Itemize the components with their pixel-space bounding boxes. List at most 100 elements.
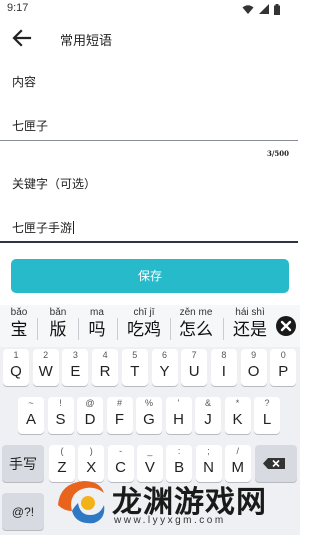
status-time: 9:17 xyxy=(7,2,29,14)
key-d[interactable]: @ D xyxy=(77,397,103,434)
key-letter: S xyxy=(55,411,66,428)
key-a[interactable]: ~ A xyxy=(18,397,44,434)
key-letter: R xyxy=(99,363,111,380)
keyword-label: 关键字（可选） xyxy=(12,177,97,191)
key-i[interactable]: 8I xyxy=(210,349,237,386)
key-letter: Q xyxy=(10,363,22,380)
keyword-value: 七匣子手游 xyxy=(12,221,73,235)
battery-icon xyxy=(274,3,280,15)
key-secondary-char: ; xyxy=(207,446,210,456)
app-bar: 常用短语 xyxy=(0,18,300,58)
keyword-field[interactable]: 七匣子手游 xyxy=(0,206,298,242)
candidate-hanzi: 宝 xyxy=(10,320,28,340)
candidate-pinyin: bǎn xyxy=(49,307,67,318)
candidate-item[interactable]: chī jī 吃鸡 xyxy=(122,307,166,341)
symbols-key[interactable]: @?! xyxy=(2,493,44,530)
key-t[interactable]: 5T xyxy=(121,349,148,386)
key-o[interactable]: 9O xyxy=(240,349,267,386)
page-title: 常用短语 xyxy=(60,34,113,49)
candidate-item[interactable]: hái shì 还是 xyxy=(228,307,272,341)
arrow-left-icon xyxy=(12,29,32,47)
key-secondary-char: : xyxy=(177,446,181,456)
key-secondary-char: * xyxy=(235,398,240,408)
key-secondary-char: 9 xyxy=(251,350,257,360)
key-j[interactable]: & J xyxy=(195,397,221,434)
keyword-underline xyxy=(0,241,298,243)
handwriting-key[interactable]: 手写 xyxy=(2,445,44,482)
keyword-value-wrap: 七匣子手游 xyxy=(12,219,75,236)
symbols-key-label: @?! xyxy=(11,504,35,519)
key-letter: E xyxy=(70,363,81,380)
key-secondary-char: % xyxy=(144,398,153,408)
candidate-hanzi: 版 xyxy=(49,320,67,340)
candidate-pinyin: bǎo xyxy=(10,307,28,318)
candidate-hanzi: 吃鸡 xyxy=(127,320,161,340)
key-letter: K xyxy=(232,411,243,428)
key-secondary-char: 1 xyxy=(13,350,19,360)
key-secondary-char: 7 xyxy=(191,350,197,360)
content-underline xyxy=(0,140,298,141)
content-field[interactable]: 七匣子 xyxy=(0,105,298,141)
key-f[interactable]: # F xyxy=(106,397,133,434)
watermark-url: www.lyyxgm.com xyxy=(114,515,226,526)
character-counter: 3/500 xyxy=(266,149,289,158)
candidate-divider xyxy=(117,318,118,340)
candidate-item[interactable]: ma 吗 xyxy=(83,307,111,341)
key-secondary-char: - xyxy=(119,446,123,456)
content-label: 内容 xyxy=(12,75,37,89)
candidate-divider xyxy=(78,318,79,340)
key-w[interactable]: 2W xyxy=(32,349,59,386)
key-secondary-char: ! xyxy=(59,398,62,408)
key-letter: Y xyxy=(159,363,170,380)
save-button[interactable]: 保存 xyxy=(11,259,289,293)
text-caret xyxy=(73,221,75,234)
candidate-pinyin: chī jī xyxy=(133,307,155,318)
key-secondary-char: # xyxy=(116,398,122,408)
key-h[interactable]: ' H xyxy=(165,397,192,434)
key-secondary-char: ' xyxy=(177,398,180,408)
candidate-item[interactable]: bǎo 宝 xyxy=(4,307,34,341)
candidate-item[interactable]: bǎn 版 xyxy=(43,307,73,341)
key-secondary-char: 5 xyxy=(132,350,138,360)
key-secondary-char: 3 xyxy=(72,350,78,360)
key-k[interactable]: * K xyxy=(224,397,251,434)
candidate-divider xyxy=(223,318,224,340)
signal-icon xyxy=(259,4,269,14)
key-letter: U xyxy=(188,363,200,380)
key-g[interactable]: % G xyxy=(136,397,162,434)
key-y[interactable]: 6Y xyxy=(151,349,178,386)
watermark: 龙渊游戏网 www.lyyxgm.com xyxy=(48,473,298,533)
close-candidates-button[interactable] xyxy=(276,316,296,336)
candidate-hanzi: 吗 xyxy=(88,320,106,340)
key-secondary-char: @ xyxy=(85,398,95,408)
key-secondary-char: 4 xyxy=(102,350,108,360)
candidate-divider xyxy=(37,318,38,340)
key-secondary-char: & xyxy=(204,398,211,408)
candidate-bar: bǎo 宝 bǎn 版 ma 吗 chī jī 吃鸡 zěn me 怎么 hái… xyxy=(0,305,300,347)
key-q[interactable]: 1Q xyxy=(3,349,29,386)
key-secondary-char: / xyxy=(236,446,240,456)
key-letter: A xyxy=(25,411,36,428)
key-letter: I xyxy=(221,363,226,380)
key-letter: J xyxy=(204,411,212,428)
handwriting-key-label: 手写 xyxy=(9,456,37,473)
key-r[interactable]: 4R xyxy=(92,349,119,386)
key-letter: O xyxy=(247,363,260,380)
back-button[interactable] xyxy=(10,26,34,50)
key-letter: H xyxy=(173,411,184,428)
key-p[interactable]: 0P xyxy=(270,349,297,386)
key-secondary-char: ) xyxy=(89,446,93,456)
key-u[interactable]: 7U xyxy=(181,349,208,386)
key-e[interactable]: 3E xyxy=(62,349,89,386)
key-s[interactable]: ! S xyxy=(47,397,74,434)
candidate-item[interactable]: zěn me 怎么 xyxy=(174,307,218,341)
candidate-pinyin: ma xyxy=(90,307,104,318)
candidate-pinyin: zěn me xyxy=(179,307,213,318)
key-secondary-char: _ xyxy=(147,446,153,456)
key-l[interactable]: ? L xyxy=(254,397,280,434)
key-secondary-char: 2 xyxy=(43,350,49,360)
key-letter: L xyxy=(262,411,272,428)
key-secondary-char: 0 xyxy=(280,350,286,360)
key-secondary-char: ~ xyxy=(28,398,34,408)
key-secondary-char: 8 xyxy=(221,350,227,360)
